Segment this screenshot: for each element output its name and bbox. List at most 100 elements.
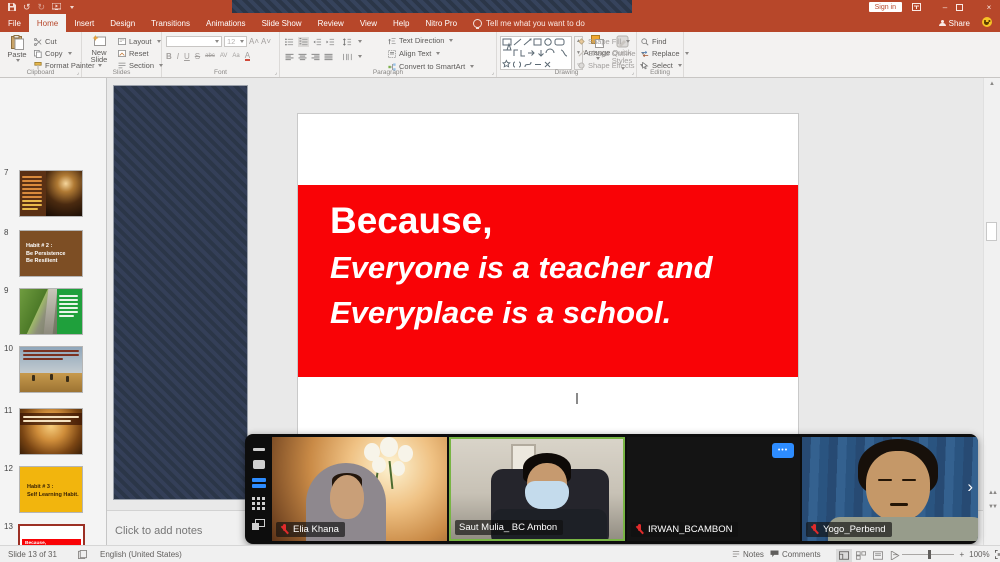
thumbnail-slide-13-selected[interactable]: Because, Everyone is a teacher andEveryp… [18, 524, 85, 545]
video-tile-yogo[interactable]: Yogo_Perbend [802, 437, 978, 541]
scrollbar-thumb[interactable] [986, 222, 997, 241]
sign-in-button[interactable]: Sign in [869, 2, 902, 12]
share-button[interactable]: Share [939, 14, 970, 32]
thumbnail-slide-8[interactable]: Habit # 2 :Be PersistenceBe Resilient [19, 230, 83, 277]
font-dialog-launcher[interactable]: ⌟ [275, 70, 277, 76]
tab-file[interactable]: File [0, 14, 29, 32]
fit-to-window-icon[interactable] [995, 550, 1000, 559]
font-color-button[interactable]: A [245, 52, 250, 61]
strikethrough-button[interactable]: S [195, 52, 200, 61]
clipboard-dialog-launcher[interactable]: ⌟ [77, 70, 79, 76]
thumbnail-slide-11[interactable] [19, 408, 83, 455]
minimize-strip-icon[interactable] [253, 448, 265, 451]
tab-review[interactable]: Review [310, 14, 352, 32]
feedback-smiley-icon[interactable] [982, 17, 992, 27]
accessibility-icon[interactable] [78, 546, 87, 562]
gallery-view-icon[interactable] [252, 497, 265, 510]
next-slide-button[interactable]: ▼▼ [984, 504, 1000, 510]
zoom-slider-knob[interactable] [928, 550, 931, 559]
thumbnail-slide-10[interactable] [19, 346, 83, 393]
paragraph-dialog-launcher[interactable]: ⌟ [492, 70, 494, 76]
font-name-combo[interactable] [166, 36, 222, 47]
tab-slide-show[interactable]: Slide Show [254, 14, 310, 32]
underline-button[interactable]: U [184, 52, 190, 61]
increase-font-size-button[interactable]: A˄ [249, 37, 259, 46]
tab-animations[interactable]: Animations [198, 14, 254, 32]
notes-toggle[interactable]: Notes [732, 546, 764, 562]
layout-view-icon[interactable] [252, 519, 265, 530]
tab-view[interactable]: View [352, 14, 385, 32]
zoom-slider[interactable] [902, 554, 954, 555]
align-center-icon[interactable] [298, 53, 307, 61]
vertical-scrollbar[interactable]: ▲ ▲▲ ▼▼ [983, 78, 1000, 545]
tell-me-box[interactable]: Tell me what you want to do [465, 14, 593, 32]
next-participants-chevron[interactable]: › [967, 478, 973, 495]
zoom-out-button[interactable]: – [893, 550, 897, 559]
thumbnail-slide-7[interactable] [19, 170, 83, 217]
tab-help[interactable]: Help [385, 14, 417, 32]
slide-sorter-view-button[interactable] [853, 549, 869, 562]
align-text-button[interactable]: Align Text [388, 48, 440, 59]
text-shadow-button[interactable]: abc [205, 52, 215, 61]
italic-button[interactable]: I [177, 52, 179, 61]
line-spacing-icon[interactable] [343, 38, 352, 46]
font-size-combo[interactable]: 12 [224, 36, 247, 47]
tab-design[interactable]: Design [102, 14, 143, 32]
tab-home[interactable]: Home [29, 14, 66, 32]
new-slide-button[interactable]: New Slide [84, 35, 114, 67]
bold-button[interactable]: B [166, 52, 172, 61]
customize-qat-icon[interactable] [70, 6, 74, 9]
reading-view-button[interactable] [870, 549, 886, 562]
columns-icon[interactable] [343, 53, 352, 61]
numbering-button[interactable] [298, 37, 309, 47]
zoom-in-button[interactable]: + [959, 550, 964, 559]
save-icon[interactable] [8, 3, 16, 11]
slide-canvas[interactable]: Because, Everyone is a teacher and Every… [298, 114, 798, 489]
start-slideshow-icon[interactable] [52, 3, 61, 11]
shapes-gallery[interactable] [500, 36, 572, 70]
minimize-button[interactable]: – [934, 3, 956, 12]
decrease-indent-icon[interactable] [313, 38, 322, 46]
strip-view-icon[interactable] [252, 478, 266, 488]
text-direction-button[interactable]: Text Direction [388, 35, 453, 46]
change-case-button[interactable]: Aa [232, 52, 239, 61]
video-tile-irwan[interactable]: ••• IRWAN_BCAMBON [627, 437, 800, 541]
redo-icon[interactable]: ↻ [38, 2, 46, 12]
comments-toggle[interactable]: Comments [770, 546, 821, 562]
replace-button[interactable]: Replace [641, 48, 689, 59]
maximize-button[interactable] [956, 4, 978, 11]
shape-outline-button[interactable]: Shape Outline [578, 48, 645, 59]
undo-icon[interactable]: ↺ [23, 2, 31, 12]
decrease-font-size-button[interactable]: A˅ [261, 37, 271, 46]
cut-button[interactable]: Cut [34, 36, 57, 47]
shape-effects-button[interactable]: Shape Effects [578, 60, 644, 71]
thumbnail-slide-9[interactable] [19, 288, 83, 335]
justify-icon[interactable] [324, 53, 333, 61]
layout-button[interactable]: Layout [118, 36, 161, 47]
tab-nitro-pro[interactable]: Nitro Pro [417, 14, 465, 32]
previous-slide-button[interactable]: ▲▲ [984, 490, 1000, 496]
scroll-up-icon[interactable]: ▲ [984, 81, 1000, 87]
shape-fill-button[interactable]: Shape Fill [578, 36, 630, 47]
zoom-percentage[interactable]: 100% [969, 550, 989, 559]
align-left-icon[interactable] [285, 53, 294, 61]
slide-text-block[interactable]: Because, Everyone is a teacher and Every… [330, 197, 713, 335]
reset-button[interactable]: Reset [118, 48, 149, 59]
align-right-icon[interactable] [311, 53, 320, 61]
copy-button[interactable]: Copy [34, 48, 72, 59]
video-tile-elia[interactable]: Elia Khana [272, 437, 447, 541]
character-spacing-button[interactable]: AV [220, 52, 228, 61]
slide-red-band[interactable]: Because, Everyone is a teacher and Every… [298, 185, 798, 377]
ribbon-display-options-icon[interactable] [912, 3, 934, 11]
notes-placeholder[interactable]: Click to add notes [115, 525, 202, 537]
find-button[interactable]: Find [641, 36, 667, 47]
thumbnail-slide-12[interactable]: Habit # 3 :Self Learning Habit. [19, 466, 83, 513]
bullets-icon[interactable] [285, 38, 294, 46]
close-button[interactable]: × [978, 3, 1000, 12]
speaker-view-icon[interactable] [253, 460, 265, 469]
more-options-button[interactable]: ••• [772, 443, 794, 458]
language-indicator[interactable]: English (United States) [100, 546, 182, 562]
tab-insert[interactable]: Insert [66, 14, 102, 32]
tab-transitions[interactable]: Transitions [143, 14, 198, 32]
increase-indent-icon[interactable] [326, 38, 335, 46]
